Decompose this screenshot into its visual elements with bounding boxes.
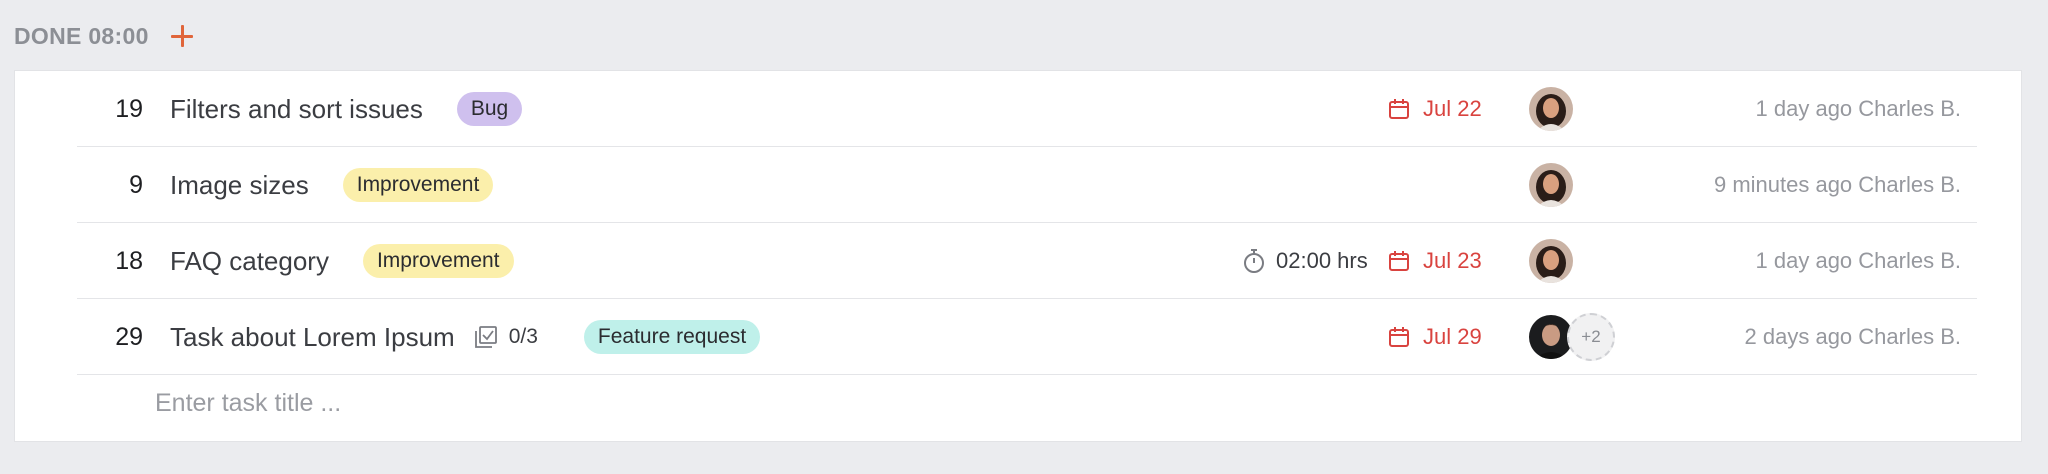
task-title[interactable]: Image sizes bbox=[170, 170, 309, 201]
calendar-icon bbox=[1389, 327, 1409, 347]
more-assignees-badge[interactable]: +2 bbox=[1567, 313, 1615, 361]
task-title[interactable]: Filters and sort issues bbox=[170, 94, 423, 125]
section-header: DONE 08:00 bbox=[14, 18, 195, 54]
avatar-woman[interactable] bbox=[1527, 85, 1575, 133]
task-number: 19 bbox=[115, 95, 143, 123]
section-title: DONE 08:00 bbox=[14, 22, 149, 49]
activity-text: 2 days ago Charles B. bbox=[1744, 324, 1961, 349]
tag-feature-request[interactable]: Feature request bbox=[583, 320, 761, 354]
assignees[interactable]: +2 bbox=[1527, 313, 1615, 361]
avatar-woman[interactable] bbox=[1527, 237, 1575, 285]
assignees[interactable] bbox=[1527, 237, 1575, 285]
assignees[interactable] bbox=[1527, 161, 1575, 209]
task-number: 18 bbox=[115, 247, 143, 275]
due-date[interactable]: Jul 29 bbox=[1387, 299, 1482, 375]
checklist-icon bbox=[474, 326, 497, 348]
add-task-button[interactable] bbox=[169, 23, 195, 49]
due-date-label: Jul 29 bbox=[1423, 324, 1482, 349]
time-tracked-label: 02:00 hrs bbox=[1276, 248, 1368, 273]
activity-text: 1 day ago Charles B. bbox=[1755, 248, 1961, 273]
tag-bug[interactable]: Bug bbox=[456, 92, 523, 126]
tag-improvement[interactable]: Improvement bbox=[362, 244, 514, 278]
due-date[interactable]: Jul 23 bbox=[1387, 223, 1482, 299]
task-number: 29 bbox=[115, 323, 143, 351]
avatar-woman[interactable] bbox=[1527, 161, 1575, 209]
calendar-icon bbox=[1389, 251, 1409, 271]
task-row[interactable]: 19 Filters and sort issues Bug Jul 22 1 … bbox=[77, 71, 1977, 147]
checklist-count: 0/3 bbox=[508, 325, 538, 348]
due-date[interactable]: Jul 22 bbox=[1387, 71, 1482, 147]
tag-improvement[interactable]: Improvement bbox=[342, 168, 494, 202]
due-date-label: Jul 23 bbox=[1423, 248, 1482, 273]
checklist-progress[interactable]: 0/3 bbox=[473, 324, 538, 350]
activity-text: 1 day ago Charles B. bbox=[1755, 96, 1961, 121]
task-title[interactable]: Task about Lorem Ipsum bbox=[170, 322, 455, 353]
task-row[interactable]: 9 Image sizes Improvement 9 minutes ago … bbox=[77, 147, 1977, 223]
task-row[interactable]: 18 FAQ category Improvement 02:00 hrs Ju… bbox=[77, 223, 1977, 299]
assignees[interactable] bbox=[1527, 85, 1575, 133]
new-task-input[interactable] bbox=[153, 375, 1957, 431]
activity-text: 9 minutes ago Charles B. bbox=[1713, 172, 1961, 197]
task-number: 9 bbox=[129, 171, 143, 199]
task-row[interactable]: 29 Task about Lorem Ipsum 0/3 Feature re… bbox=[77, 299, 1977, 375]
time-tracked[interactable]: 02:00 hrs bbox=[1242, 223, 1368, 299]
calendar-icon bbox=[1389, 99, 1409, 119]
due-date-label: Jul 22 bbox=[1423, 96, 1482, 121]
task-list: 19 Filters and sort issues Bug Jul 22 1 … bbox=[14, 70, 2022, 442]
stopwatch-icon bbox=[1244, 249, 1264, 273]
task-title[interactable]: FAQ category bbox=[170, 246, 329, 277]
